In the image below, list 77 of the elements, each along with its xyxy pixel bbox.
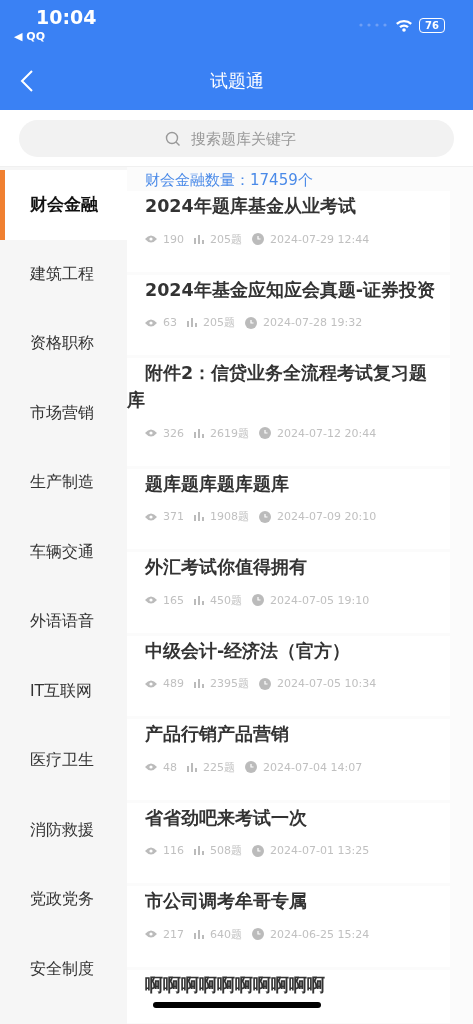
status-time: 10:04	[35, 6, 97, 28]
view-count: 116	[163, 844, 184, 857]
wifi-icon	[395, 18, 414, 32]
category-tab[interactable]: 生产制造	[0, 448, 127, 518]
count-label: 财会金融数量：17459个	[144, 171, 314, 191]
date-text: 2024-06-25 15:24	[270, 927, 370, 941]
view-count: 489	[163, 677, 184, 690]
eye-icon	[145, 846, 157, 855]
back-icon[interactable]	[20, 69, 34, 93]
eye-icon	[145, 235, 157, 243]
clock-icon	[252, 594, 264, 606]
clock-icon	[259, 427, 271, 439]
exam-title: 产品行销产品营销	[144, 723, 290, 746]
bar-chart-icon	[194, 512, 204, 521]
eye-icon	[145, 679, 157, 688]
exam-title: 市公司调考牟哥专属	[144, 890, 308, 913]
category-tab[interactable]: 医疗卫生	[0, 726, 127, 796]
view-count: 217	[163, 927, 184, 941]
exam-title: 2024年基金应知应会真题-证券投资	[144, 278, 436, 302]
eye-icon	[145, 930, 157, 938]
page-title: 试题通	[209, 69, 264, 93]
exam-title: 外汇考试你值得拥有	[144, 556, 308, 579]
clock-icon	[252, 233, 264, 245]
date-text: 2024-07-12 20:44	[277, 426, 377, 440]
date-text: 2024-07-28 19:32	[263, 316, 363, 329]
category-tab[interactable]: 安全制度	[0, 934, 127, 1004]
back-to-app-link[interactable]: ◀ QQ	[14, 30, 97, 43]
bar-chart-icon	[194, 595, 204, 605]
category-tab[interactable]: 党政党务	[0, 865, 127, 935]
eye-icon	[145, 429, 157, 437]
search-icon	[165, 131, 181, 147]
eye-icon	[145, 318, 157, 327]
clock-icon	[259, 677, 271, 690]
clock-icon	[252, 928, 264, 940]
exam-title: 省省劲吧来考试一次	[144, 806, 308, 830]
category-tab[interactable]: 市场营销	[0, 378, 127, 448]
view-count: 371	[163, 510, 184, 523]
bar-chart-icon	[194, 929, 204, 939]
eye-icon	[145, 512, 157, 521]
exam-title: 2024年题库基金从业考试	[144, 195, 357, 218]
clock-icon	[259, 510, 271, 523]
view-count: 63	[163, 316, 177, 329]
bar-chart-icon	[187, 762, 197, 772]
date-text: 2024-07-09 20:10	[277, 510, 377, 523]
date-text: 2024-07-04 14:07	[263, 760, 363, 774]
category-tab[interactable]: 财会金融	[0, 170, 127, 240]
category-tab[interactable]: 建筑工程	[0, 239, 127, 309]
exam-card[interactable]: 啊啊啊啊啊啊啊啊啊啊	[127, 969, 450, 1023]
date-text: 2024-07-05 10:34	[277, 677, 377, 690]
exam-title: 啊啊啊啊啊啊啊啊啊啊	[144, 973, 326, 997]
exam-title: 附件2：信贷业务全流程考试复习题库	[127, 362, 429, 412]
eye-icon	[145, 763, 157, 771]
bar-chart-icon	[194, 234, 204, 244]
date-text: 2024-07-05 19:10	[270, 593, 370, 607]
exam-title: 题库题库题库题库	[144, 472, 290, 496]
view-count: 326	[163, 426, 184, 440]
clock-icon	[245, 316, 257, 329]
bar-chart-icon	[194, 679, 204, 688]
clock-icon	[252, 844, 264, 857]
bar-chart-icon	[194, 846, 204, 855]
battery-indicator: 76	[419, 17, 445, 33]
clock-icon	[245, 761, 257, 773]
eye-icon	[145, 596, 157, 604]
date-text: 2024-07-29 12:44	[270, 232, 370, 246]
category-tab[interactable]: IT互联网	[0, 656, 127, 726]
bar-chart-icon	[187, 318, 197, 327]
exam-title: 中级会计-经济法（官方）	[144, 639, 352, 663]
category-tab[interactable]: 消防救援	[0, 795, 127, 865]
view-count: 48	[163, 760, 177, 774]
bar-chart-icon	[194, 428, 204, 438]
date-text: 2024-07-01 13:25	[270, 844, 370, 857]
view-count: 190	[163, 232, 184, 246]
view-count: 165	[163, 593, 184, 607]
category-tab[interactable]: 车辆交通	[0, 517, 127, 587]
category-tab[interactable]: 外语语音	[0, 587, 127, 657]
search-field[interactable]: 搜索题库关键字	[19, 120, 454, 157]
category-tab[interactable]: 资格职称	[0, 309, 127, 379]
